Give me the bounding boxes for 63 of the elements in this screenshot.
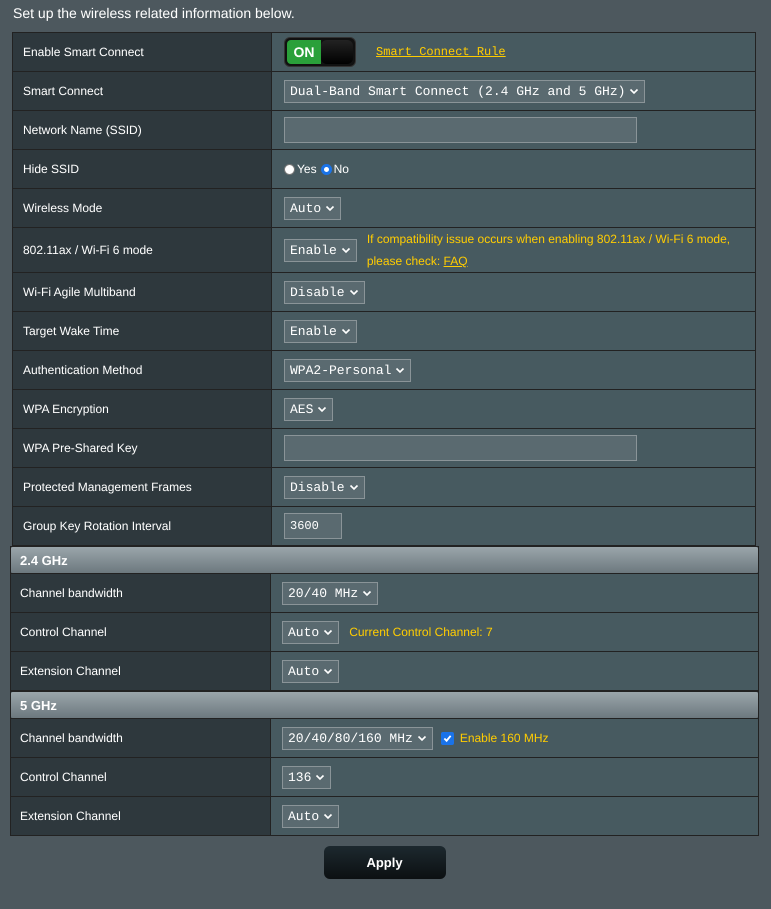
setting-label: Protected Management Frames bbox=[23, 480, 192, 494]
dropdown[interactable]: Disable bbox=[284, 476, 365, 498]
dropdown[interactable]: Auto bbox=[282, 804, 340, 828]
caret-icon bbox=[348, 482, 359, 492]
section-header: 2.4 GHz bbox=[11, 547, 758, 573]
caret-icon bbox=[340, 326, 351, 336]
smart-connect-link[interactable]: Smart Connect Rule bbox=[376, 45, 506, 59]
setting-label: Hide SSID bbox=[23, 162, 80, 176]
caret-icon bbox=[323, 811, 334, 821]
setting-label: Wi-Fi Agile Multiband bbox=[23, 285, 136, 299]
caret-icon bbox=[340, 245, 351, 255]
input-field[interactable]: 3600 bbox=[284, 513, 342, 539]
caret-icon bbox=[323, 666, 334, 676]
caret-icon bbox=[325, 203, 336, 213]
setting-label: Extension Channel bbox=[20, 664, 121, 678]
apply-button[interactable]: Apply bbox=[324, 846, 446, 879]
dropdown[interactable]: Enable bbox=[284, 320, 357, 342]
dropdown[interactable]: 136 bbox=[282, 766, 332, 788]
dropdown[interactable]: AES bbox=[284, 398, 334, 420]
setting-label: Wireless Mode bbox=[23, 201, 102, 215]
dropdown[interactable]: Auto bbox=[284, 196, 342, 220]
setting-label: Control Channel bbox=[20, 625, 107, 639]
hint-text: If compatibility issue occurs when enabling 802.11ax / Wi-Fi 6 mode, please check: FAQ bbox=[366, 231, 732, 270]
setting-label: Control Channel bbox=[20, 770, 107, 784]
faq-link[interactable]: FAQ bbox=[444, 254, 468, 268]
caret-icon bbox=[315, 772, 326, 782]
setting-label: Channel bandwidth bbox=[20, 586, 123, 600]
checkbox[interactable] bbox=[440, 732, 454, 744]
dropdown[interactable]: Auto bbox=[282, 620, 340, 644]
radio-option[interactable]: No bbox=[320, 162, 349, 176]
caret-icon bbox=[348, 287, 359, 297]
dropdown[interactable]: Auto bbox=[282, 660, 340, 682]
setting-label: Target Wake Time bbox=[23, 324, 120, 338]
dropdown[interactable]: Dual-Band Smart Connect (2.4 GHz and 5 GHz) bbox=[284, 80, 646, 102]
toggle-switch[interactable]: ON bbox=[284, 37, 356, 67]
section-header: 5 GHz bbox=[11, 692, 758, 718]
intro-text: Set up the wireless related information below. bbox=[13, 5, 295, 21]
caret-icon bbox=[317, 404, 328, 414]
dropdown[interactable]: 20/40 MHz bbox=[282, 582, 378, 604]
radio-option[interactable]: Yes bbox=[284, 162, 317, 176]
setting-label: Channel bandwidth bbox=[20, 731, 123, 745]
setting-label: WPA Pre-Shared Key bbox=[23, 441, 138, 455]
input-field[interactable] bbox=[284, 435, 637, 461]
setting-label: Network Name (SSID) bbox=[23, 123, 142, 137]
dropdown[interactable]: 20/40/80/160 MHz bbox=[282, 726, 433, 750]
setting-label: Group Key Rotation Interval bbox=[23, 519, 172, 533]
dropdown[interactable]: WPA2-Personal bbox=[284, 358, 412, 382]
setting-label: WPA Encryption bbox=[23, 402, 109, 416]
caret-icon bbox=[395, 365, 406, 375]
dropdown[interactable]: Disable bbox=[284, 280, 365, 304]
caret-icon bbox=[629, 86, 640, 96]
caret-icon bbox=[416, 733, 427, 743]
caret-icon bbox=[362, 588, 372, 598]
setting-label: Smart Connect bbox=[23, 84, 104, 98]
setting-label: Enable Smart Connect bbox=[23, 45, 144, 59]
dropdown[interactable]: Enable bbox=[284, 238, 357, 262]
checkbox-label: Enable 160 MHz bbox=[460, 731, 549, 745]
caret-icon bbox=[323, 627, 334, 637]
setting-label: Extension Channel bbox=[20, 809, 121, 823]
input-field[interactable] bbox=[284, 117, 637, 143]
setting-label: 802.11ax / Wi-Fi 6 mode bbox=[23, 243, 153, 257]
hint-text: Current Control Channel: 7 bbox=[349, 624, 493, 641]
setting-label: Authentication Method bbox=[23, 363, 142, 377]
